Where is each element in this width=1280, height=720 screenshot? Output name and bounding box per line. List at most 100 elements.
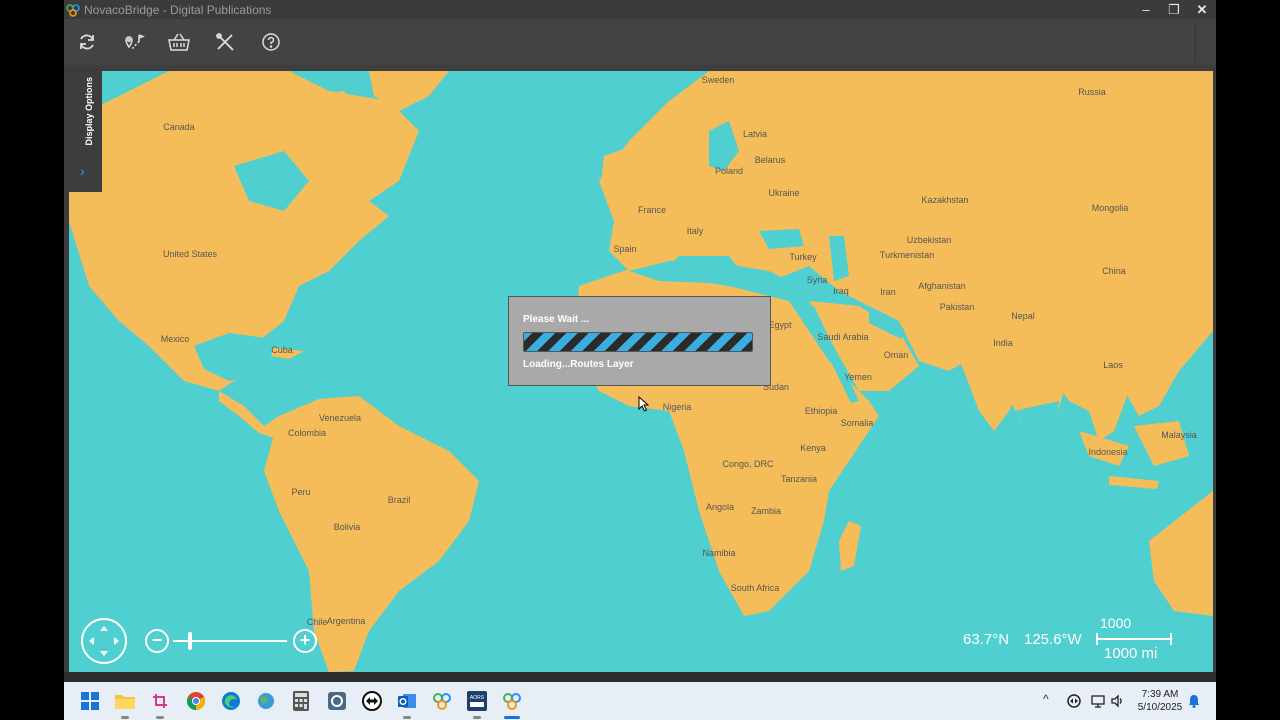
country-label: Namibia xyxy=(702,548,736,558)
basket-button[interactable] xyxy=(156,19,202,65)
land-india xyxy=(949,341,1029,431)
network-icon[interactable] xyxy=(1091,694,1105,708)
chrome-icon xyxy=(187,692,205,710)
novacobridge-icon xyxy=(503,693,521,710)
longitude-readout: 125.6°W xyxy=(1024,631,1082,648)
taskbar: AORS ^ 7:39 AM 5/10/2025 xyxy=(64,682,1216,720)
calculator-icon xyxy=(293,691,309,711)
scale-mi-label: 1000 mi xyxy=(1104,645,1158,662)
refresh-button[interactable] xyxy=(64,19,110,65)
scale-bar-tick xyxy=(1170,633,1172,645)
close-button[interactable]: ✕ xyxy=(1188,0,1216,19)
country-label: Nigeria xyxy=(662,402,692,412)
maps-icon xyxy=(258,693,274,709)
calculator-button[interactable] xyxy=(289,689,313,713)
outlook-button[interactable] xyxy=(395,689,419,713)
start-button[interactable] xyxy=(78,689,102,713)
tray-overflow-chevron[interactable]: ^ xyxy=(1043,692,1049,706)
display-options-panel[interactable]: Display Options › xyxy=(66,71,102,192)
toolbar xyxy=(64,19,1216,65)
zoom-in-button[interactable]: + xyxy=(293,629,317,653)
teamviewer-icon xyxy=(362,691,382,711)
toolbar-divider xyxy=(1195,23,1196,63)
aors-icon: AORS xyxy=(467,691,487,711)
country-label: Brazil xyxy=(387,495,411,505)
edge-button[interactable] xyxy=(219,689,243,713)
tools-icon xyxy=(216,33,234,51)
country-label: South Africa xyxy=(730,583,780,593)
country-label: Latvia xyxy=(742,129,768,139)
country-label: Mexico xyxy=(160,334,190,344)
land-indonesia-2 xyxy=(1134,421,1189,466)
country-label: Poland xyxy=(714,166,744,176)
file-explorer-button[interactable] xyxy=(113,689,137,713)
chevron-right-icon[interactable]: › xyxy=(80,163,85,179)
country-label: Uzbekistan xyxy=(906,235,952,245)
clock-time: 7:39 AM xyxy=(1141,689,1179,700)
country-label: Mongolia xyxy=(1091,203,1129,213)
app-window: NovacoBridge - Digital Publications – ❐ … xyxy=(64,0,1216,720)
country-label: Colombia xyxy=(287,428,327,438)
scale-km-label: 1000 xyxy=(1100,615,1132,631)
country-label: Indonesia xyxy=(1088,447,1128,457)
snipping-tool-button[interactable] xyxy=(148,689,172,713)
novaco-button[interactable] xyxy=(430,689,454,713)
country-label: Cuba xyxy=(271,345,293,355)
outlook-icon xyxy=(398,694,416,708)
system-clock[interactable]: 7:39 AM 5/10/2025 xyxy=(1134,688,1186,714)
zoom-slider-thumb[interactable] xyxy=(188,632,192,650)
country-label: Iraq xyxy=(833,286,849,296)
aors-label: AORS xyxy=(470,695,485,701)
country-label: France xyxy=(637,205,667,215)
country-label: Syria xyxy=(806,275,828,285)
loading-dialog: Please Wait ... Loading...Routes Layer xyxy=(508,296,771,386)
country-label: Venezuela xyxy=(318,413,362,423)
restore-button[interactable]: ❐ xyxy=(1160,0,1188,19)
basket-icon xyxy=(168,33,190,51)
novaco-icon xyxy=(433,693,451,710)
help-button[interactable] xyxy=(248,19,294,65)
country-label: Ukraine xyxy=(768,188,800,198)
pan-control[interactable] xyxy=(81,618,127,664)
volume-icon[interactable] xyxy=(1110,694,1124,708)
settings-app-icon xyxy=(328,692,346,710)
pan-arrows-icon xyxy=(89,626,119,656)
country-label: Russia xyxy=(1078,87,1106,97)
country-label: Iran xyxy=(880,287,896,297)
maps-button[interactable] xyxy=(254,689,278,713)
start-icon xyxy=(81,692,99,710)
country-label: Somalia xyxy=(840,418,874,428)
edge-icon xyxy=(222,692,240,710)
help-icon xyxy=(262,33,280,51)
teamviewer-button[interactable] xyxy=(360,689,384,713)
route-planner-button[interactable] xyxy=(110,19,156,65)
country-label: Ethiopia xyxy=(804,406,838,416)
notification-bell-icon[interactable] xyxy=(1188,694,1200,708)
chrome-button[interactable] xyxy=(184,689,208,713)
country-label: Belarus xyxy=(754,155,786,165)
app-status-strip xyxy=(64,672,1216,682)
taskbar-active-indicator xyxy=(403,716,411,719)
scale-bar-tick xyxy=(1096,633,1098,645)
window-title: NovacoBridge - Digital Publications xyxy=(84,2,272,17)
tools-button[interactable] xyxy=(202,19,248,65)
country-label: India xyxy=(993,338,1013,348)
taskbar-active-indicator xyxy=(504,716,520,719)
country-label: Malaysia xyxy=(1161,430,1197,440)
novaco-logo-icon xyxy=(66,3,80,17)
country-label: Kenya xyxy=(800,443,826,453)
dialog-title: Please Wait ... xyxy=(523,314,590,325)
country-label: Argentina xyxy=(326,616,366,626)
taskbar-active-indicator xyxy=(156,716,164,719)
novacobridge-button[interactable] xyxy=(500,689,524,713)
country-label: Saudi Arabia xyxy=(817,332,869,342)
aors-button[interactable]: AORS xyxy=(465,689,489,713)
settings-app-button[interactable] xyxy=(325,689,349,713)
zoom-out-button[interactable]: − xyxy=(145,629,169,653)
taskbar-active-indicator xyxy=(121,716,129,719)
teamviewer-tray-icon[interactable] xyxy=(1067,694,1081,708)
country-label: Turkmenistan xyxy=(879,250,935,260)
minimize-button[interactable]: – xyxy=(1132,0,1160,19)
country-label: Laos xyxy=(1103,360,1123,370)
country-label: Italy xyxy=(686,226,704,236)
